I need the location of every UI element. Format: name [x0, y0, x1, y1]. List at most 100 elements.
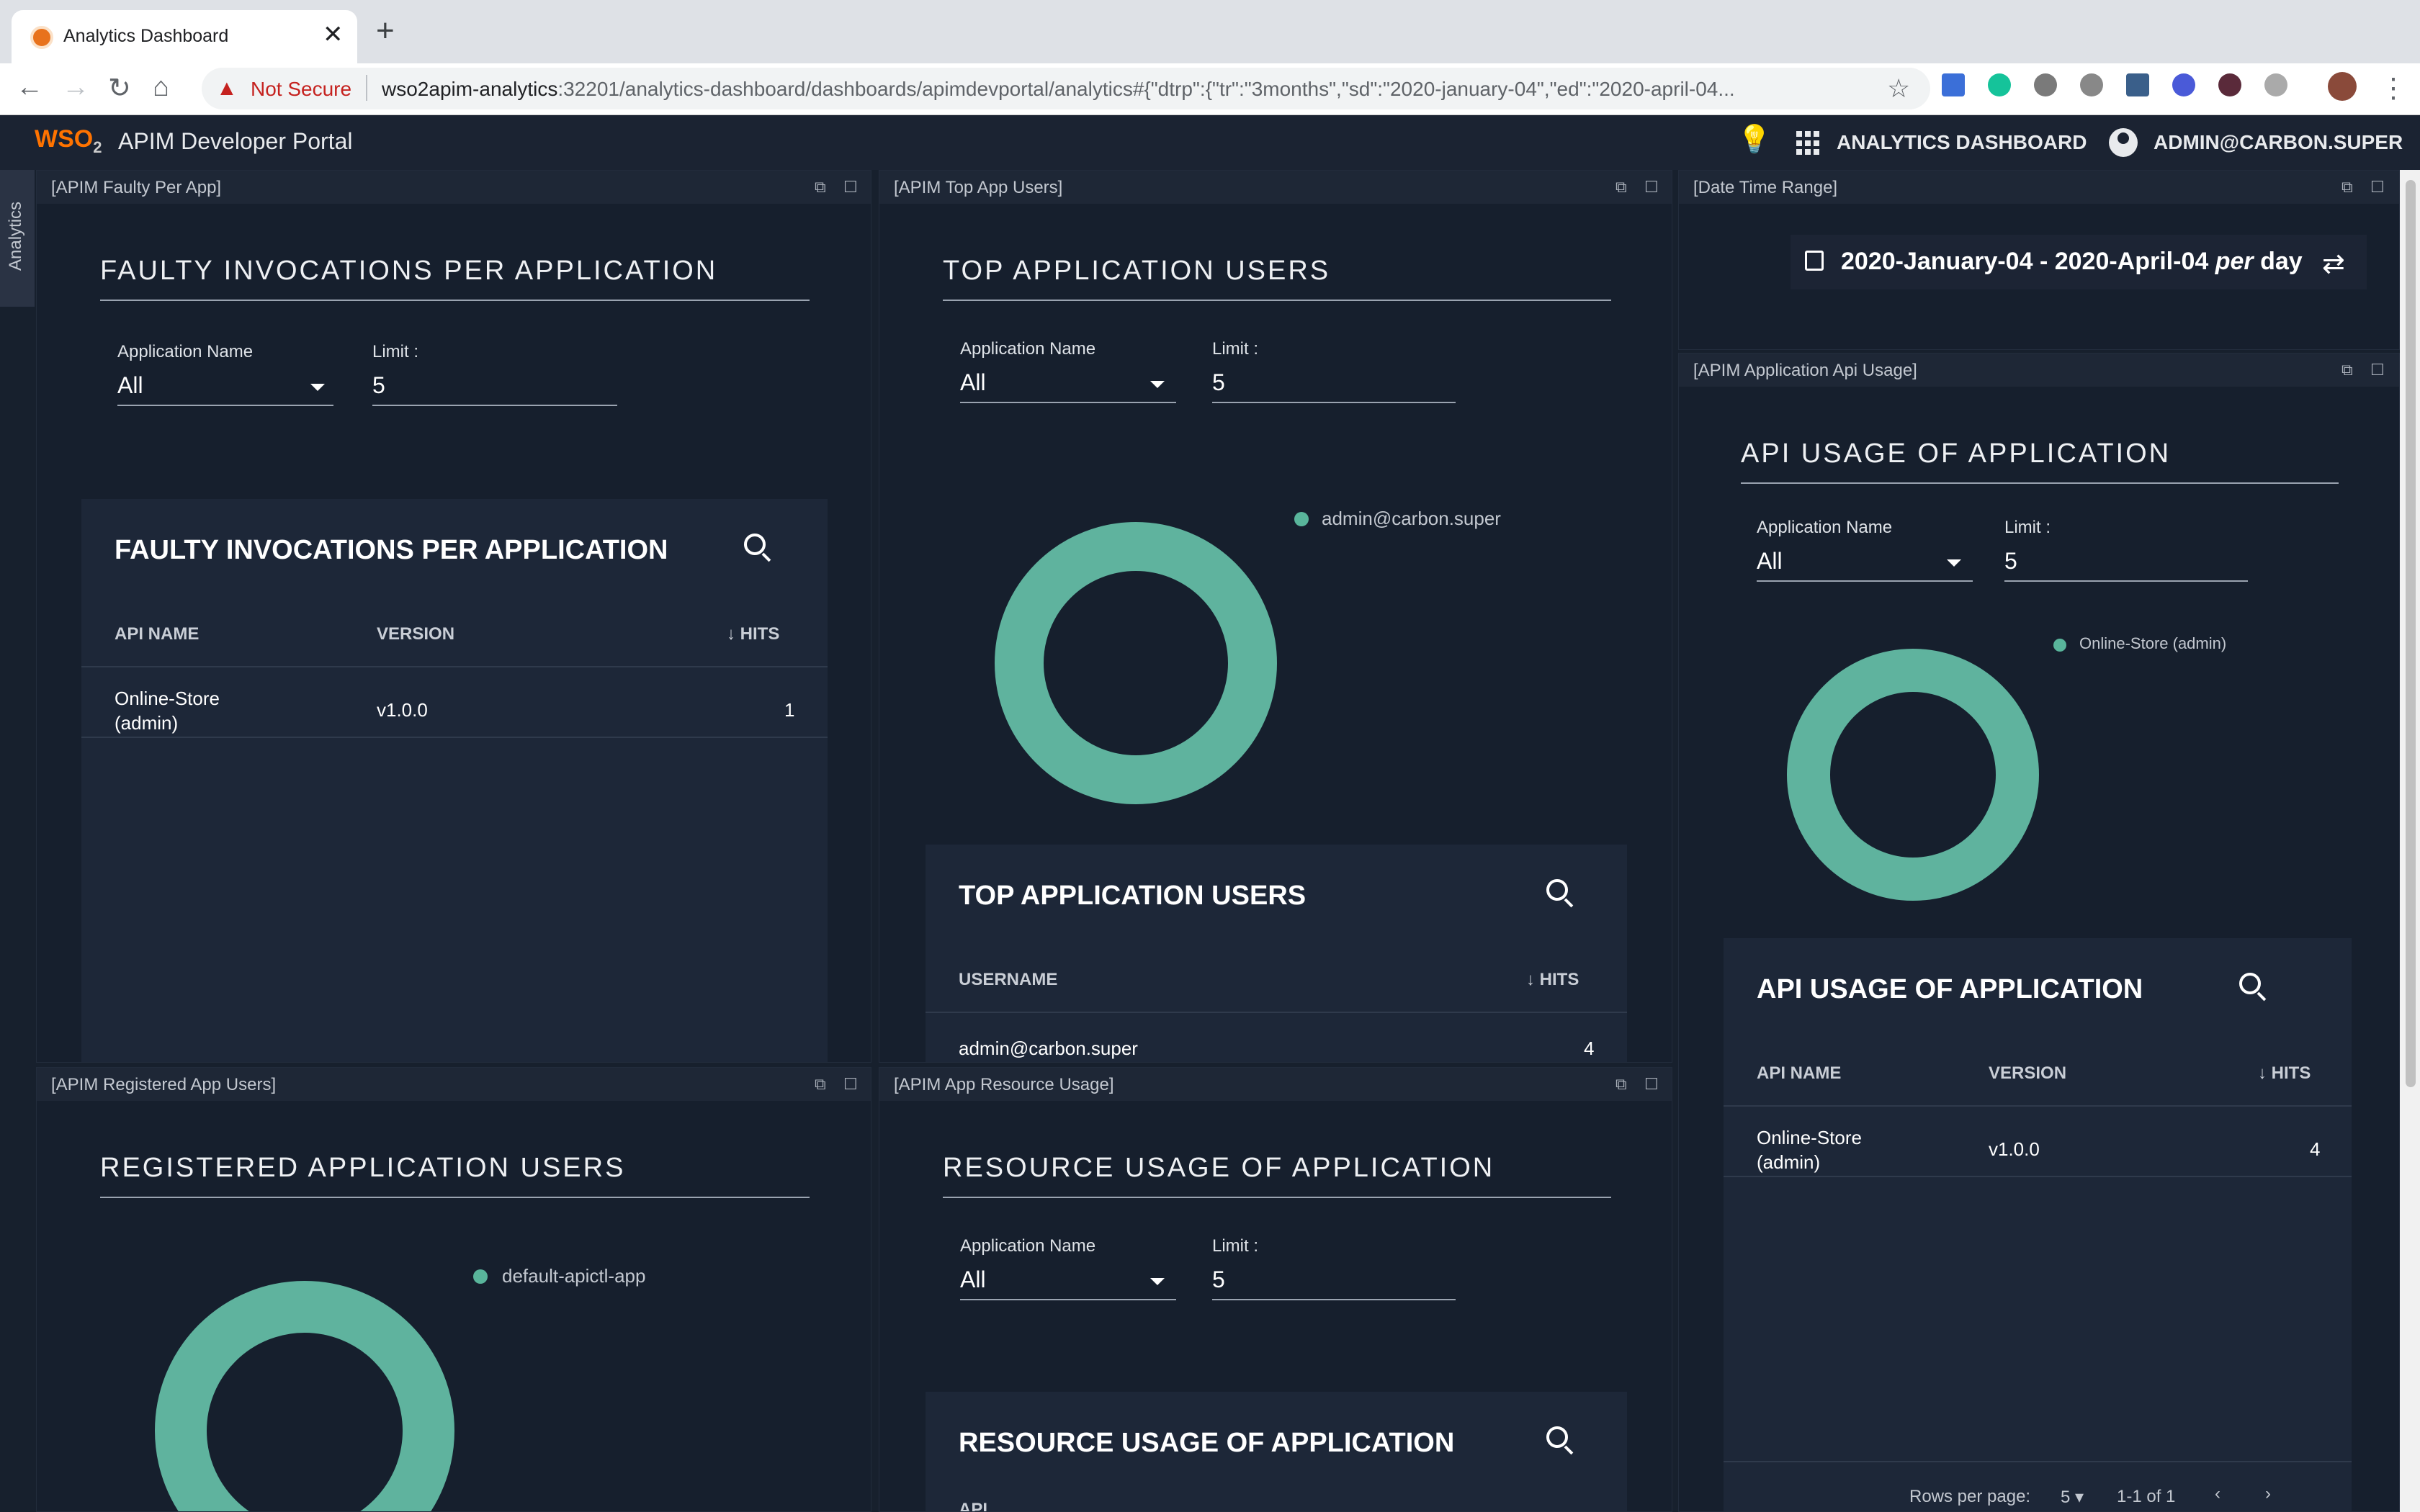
widget-app-api-usage: [APIM Application Api Usage] ⧉ ☐ API USA…: [1678, 353, 2400, 1512]
profile-avatar[interactable]: [2328, 72, 2357, 101]
app-name-label: Application Name: [117, 342, 254, 361]
section-title: REGISTERED APPLICATION USERS: [100, 1153, 810, 1198]
extension-icon[interactable]: [1942, 73, 1965, 96]
back-icon[interactable]: ←: [16, 72, 43, 103]
legend-label: default-apictl-app: [502, 1265, 646, 1287]
widget-name: [APIM App Resource Usage]: [894, 1075, 1114, 1094]
not-secure-label: Not Secure: [251, 78, 352, 100]
menu-icon[interactable]: ⋮: [2380, 72, 2407, 104]
col-hits[interactable]: ↓ HITS: [727, 624, 779, 644]
col-api[interactable]: API: [959, 1500, 987, 1511]
app-name-label: Application Name: [960, 1236, 1096, 1256]
new-tab-button[interactable]: +: [376, 13, 395, 49]
maximize-icon[interactable]: ☐: [843, 1075, 858, 1094]
maximize-icon[interactable]: ☐: [2370, 178, 2385, 197]
chevron-down-icon[interactable]: [1150, 1278, 1165, 1285]
chevron-down-icon[interactable]: [310, 384, 325, 391]
extension-icon[interactable]: [2034, 73, 2057, 96]
widget-registered-app-users: [APIM Registered App Users] ⧉ ☐ REGISTER…: [36, 1067, 871, 1512]
chevron-down-icon[interactable]: [1150, 381, 1165, 388]
extension-icon[interactable]: [2126, 73, 2149, 96]
resource-table-card: RESOURCE USAGE OF APPLICATION API: [926, 1392, 1627, 1511]
legend-label: Online-Store (admin): [2079, 634, 2227, 652]
bookmark-star-icon[interactable]: ☆: [1887, 73, 1910, 104]
app-title: APIM Developer Portal: [118, 128, 353, 154]
cell-api-owner: (admin): [1757, 1151, 1821, 1173]
chevron-right-icon[interactable]: ›: [2265, 1484, 2271, 1504]
cell-hits: 4: [1584, 1038, 1595, 1059]
extension-icon[interactable]: [2218, 73, 2241, 96]
app-name-select[interactable]: All: [960, 1266, 1176, 1300]
search-icon[interactable]: [1546, 879, 1568, 901]
col-username[interactable]: USERNAME: [959, 970, 1057, 990]
chevron-down-icon[interactable]: [1947, 559, 1961, 567]
popout-icon[interactable]: ⧉: [2341, 361, 2353, 379]
lightbulb-icon[interactable]: 💡: [1737, 124, 1771, 156]
divider: [1724, 1105, 2352, 1107]
cell-hits: 1: [784, 699, 795, 721]
maximize-icon[interactable]: ☐: [2370, 361, 2385, 379]
widget-top-app-users: [APIM Top App Users] ⧉ ☐ TOP APPLICATION…: [879, 170, 1672, 1063]
reload-icon[interactable]: ↻: [108, 72, 131, 104]
popout-icon[interactable]: ⧉: [815, 178, 826, 197]
app-header: WSO2 APIM Developer Portal 💡 ANALYTICS D…: [0, 115, 2420, 170]
top-users-table-card: TOP APPLICATION USERS USERNAME ↓ HITS ad…: [926, 845, 1627, 1062]
url-text[interactable]: wso2apim-analytics:32201/analytics-dashb…: [382, 78, 1887, 101]
col-hits[interactable]: ↓ HITS: [1526, 970, 1579, 990]
col-hits[interactable]: ↓ HITS: [2258, 1063, 2311, 1084]
date-range-picker[interactable]: 2020-January-04 - 2020-April-04 per day …: [1791, 235, 2367, 289]
wso2-logo[interactable]: WSO2: [35, 125, 102, 157]
maximize-icon[interactable]: ☐: [1644, 1075, 1659, 1094]
chevron-left-icon[interactable]: ‹: [2215, 1484, 2220, 1504]
limit-input[interactable]: 5: [372, 372, 617, 406]
forward-icon[interactable]: →: [62, 72, 89, 103]
grammarly-icon[interactable]: [1988, 73, 2011, 96]
cell-username: admin@carbon.super: [959, 1038, 1138, 1059]
analytics-side-tab[interactable]: Analytics: [0, 170, 35, 307]
donut-chart[interactable]: [995, 522, 1277, 804]
apps-grid-icon[interactable]: [1796, 131, 1821, 156]
sync-disabled-icon[interactable]: ⇄: [2322, 248, 2345, 280]
donut-chart[interactable]: [1787, 649, 2039, 901]
extension-icon[interactable]: [2080, 73, 2103, 96]
limit-input[interactable]: 5: [1212, 369, 1456, 403]
popout-icon[interactable]: ⧉: [815, 1075, 826, 1094]
search-icon[interactable]: [2239, 973, 2261, 994]
address-bar[interactable]: ▲ Not Secure wso2apim-analytics:32201/an…: [202, 68, 1930, 109]
widget-app-resource-usage: [APIM App Resource Usage] ⧉ ☐ RESOURCE U…: [879, 1067, 1672, 1512]
app-name-select[interactable]: All: [117, 372, 333, 406]
rows-per-page-select[interactable]: 5 ▾: [2061, 1487, 2084, 1508]
donut-chart[interactable]: [155, 1281, 454, 1511]
popout-icon[interactable]: ⧉: [2341, 178, 2353, 197]
popout-icon[interactable]: ⧉: [1615, 178, 1627, 197]
tab-close-icon[interactable]: ✕: [323, 20, 344, 49]
col-hits-label: HITS: [1539, 970, 1579, 989]
widget-header: [APIM App Resource Usage] ⧉ ☐: [879, 1068, 1672, 1101]
card-title: TOP APPLICATION USERS: [959, 881, 1307, 911]
col-version[interactable]: VERSION: [377, 624, 454, 644]
extension-icon[interactable]: [2264, 73, 2287, 96]
search-icon[interactable]: [1546, 1426, 1568, 1448]
maximize-icon[interactable]: ☐: [1644, 178, 1659, 197]
popout-icon[interactable]: ⧉: [1615, 1075, 1627, 1094]
widget-header: [APIM Top App Users] ⧉ ☐: [879, 171, 1672, 204]
col-api-name[interactable]: API NAME: [115, 624, 199, 644]
app-name-select[interactable]: All: [960, 369, 1176, 403]
section-title: API USAGE OF APPLICATION: [1741, 438, 2339, 484]
section-title: FAULTY INVOCATIONS PER APPLICATION: [100, 256, 810, 301]
maximize-icon[interactable]: ☐: [843, 178, 858, 197]
analytics-dashboard-link[interactable]: ANALYTICS DASHBOARD: [1837, 131, 2087, 154]
section-title: TOP APPLICATION USERS: [943, 256, 1611, 301]
limit-input[interactable]: 5: [2004, 548, 2248, 582]
col-version[interactable]: VERSION: [1989, 1063, 2066, 1084]
account-icon[interactable]: [2109, 128, 2138, 157]
browser-tab[interactable]: Analytics Dashboard ✕: [12, 10, 357, 63]
extension-icon[interactable]: [2172, 73, 2195, 96]
search-icon[interactable]: [744, 534, 766, 555]
app-name-select[interactable]: All: [1757, 548, 1973, 582]
home-icon[interactable]: ⌂: [153, 72, 169, 103]
scrollbar-thumb[interactable]: [2406, 180, 2416, 1087]
user-menu[interactable]: ADMIN@CARBON.SUPER: [2154, 131, 2403, 154]
limit-input[interactable]: 5: [1212, 1266, 1456, 1300]
col-api-name[interactable]: API NAME: [1757, 1063, 1841, 1084]
